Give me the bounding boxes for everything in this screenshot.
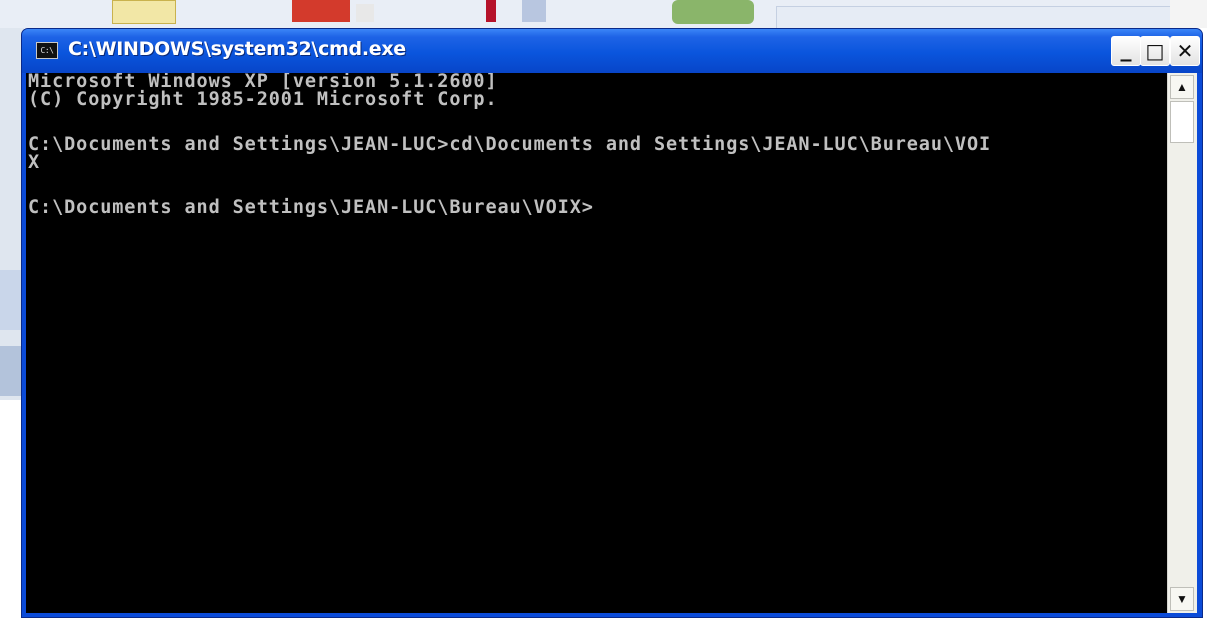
background-element: [0, 346, 22, 396]
scroll-up-button[interactable]: ▲: [1170, 75, 1194, 99]
scroll-down-button[interactable]: ▼: [1170, 587, 1194, 611]
minimize-button[interactable]: _: [1111, 36, 1141, 66]
close-icon: ✕: [1176, 39, 1194, 63]
scrollbar-thumb[interactable]: [1170, 101, 1194, 143]
arrow-down-icon: ▼: [1176, 592, 1188, 606]
command-prompt[interactable]: C:\Documents and Settings\JEAN-LUC\Burea…: [26, 198, 1167, 217]
minimize-icon: _: [1120, 37, 1132, 62]
desktop-image-icon[interactable]: [672, 0, 754, 24]
cmd-window[interactable]: C:\ C:\WINDOWS\system32\cmd.exe _ □ ✕ Mi…: [21, 28, 1203, 618]
arrow-up-icon: ▲: [1176, 80, 1188, 94]
cmd-window-icon[interactable]: C:\: [36, 42, 58, 59]
console-line: (C) Copyright 1985-2001 Microsoft Corp.: [28, 89, 498, 110]
console-line: X: [28, 152, 41, 173]
desktop-app-icon[interactable]: [486, 0, 496, 22]
desktop-shortcut-icon[interactable]: [522, 0, 546, 22]
desktop-file-icon[interactable]: [356, 4, 374, 22]
background-window-edge: [1170, 0, 1207, 28]
title-bar[interactable]: C:\ C:\WINDOWS\system32\cmd.exe _ □ ✕: [22, 29, 1202, 73]
desktop-pdf-icon[interactable]: [292, 0, 350, 22]
maximize-icon: □: [1145, 39, 1165, 63]
vertical-scrollbar[interactable]: ▲ ▼: [1167, 73, 1197, 613]
console-output[interactable]: Microsoft Windows XP [version 5.1.2600] …: [26, 73, 1167, 613]
desktop-folder-icon[interactable]: [112, 0, 176, 24]
maximize-button[interactable]: □: [1140, 36, 1170, 66]
window-title: C:\WINDOWS\system32\cmd.exe: [68, 38, 406, 60]
console-line: C:\Documents and Settings\JEAN-LUC>cd\Do…: [28, 134, 992, 155]
close-button[interactable]: ✕: [1170, 36, 1200, 66]
background-window: [776, 6, 1172, 30]
background-element: [0, 270, 22, 330]
